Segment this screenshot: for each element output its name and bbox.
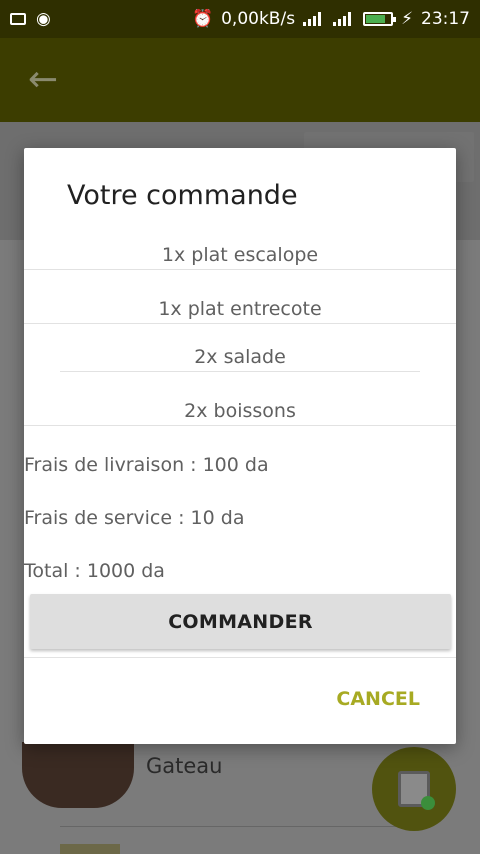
- divider: [24, 425, 456, 426]
- order-item: 1x plat escalope: [161, 244, 319, 266]
- list-item-label: Gateau: [146, 754, 223, 778]
- order-item: 2x salade: [194, 346, 286, 368]
- commander-button[interactable]: COMMANDER: [30, 594, 451, 649]
- status-bar: ◉ ⏰ 0,00kB/s ⚡ 23:17: [0, 0, 480, 38]
- charging-icon: ⚡: [401, 9, 413, 29]
- order-item: 1x plat entrecote: [158, 298, 322, 320]
- service-fee: Frais de service : 10 da: [24, 507, 245, 529]
- divider: [60, 371, 420, 372]
- signal-3g-icon: [333, 12, 355, 26]
- order-fab[interactable]: [372, 747, 456, 831]
- battery-icon: [363, 12, 397, 26]
- clipboard-check-icon: [398, 771, 435, 810]
- list-item-thumbnail: [60, 844, 120, 854]
- dialog-title: Votre commande: [67, 180, 298, 211]
- order-dialog: Votre commande 1x plat escalope 1x plat …: [24, 148, 456, 744]
- radio-icon: ◉: [36, 9, 51, 29]
- delivery-fee: Frais de livraison : 100 da: [24, 454, 269, 476]
- image-icon: [10, 13, 26, 25]
- alarm-icon: ⏰: [191, 9, 214, 29]
- cancel-button[interactable]: CANCEL: [336, 688, 420, 710]
- divider: [24, 323, 456, 324]
- order-total: Total : 1000 da: [24, 560, 165, 582]
- cake-thumbnail: [22, 742, 134, 808]
- list-divider: [60, 826, 420, 827]
- divider: [24, 657, 456, 658]
- divider: [24, 269, 456, 270]
- network-speed: 0,00kB/s: [221, 9, 296, 29]
- back-arrow-icon[interactable]: ←: [28, 62, 64, 98]
- app-bar: ←: [0, 38, 480, 122]
- clock: 23:17: [421, 9, 470, 29]
- order-item: 2x boissons: [184, 400, 296, 422]
- signal-icon: [303, 12, 325, 26]
